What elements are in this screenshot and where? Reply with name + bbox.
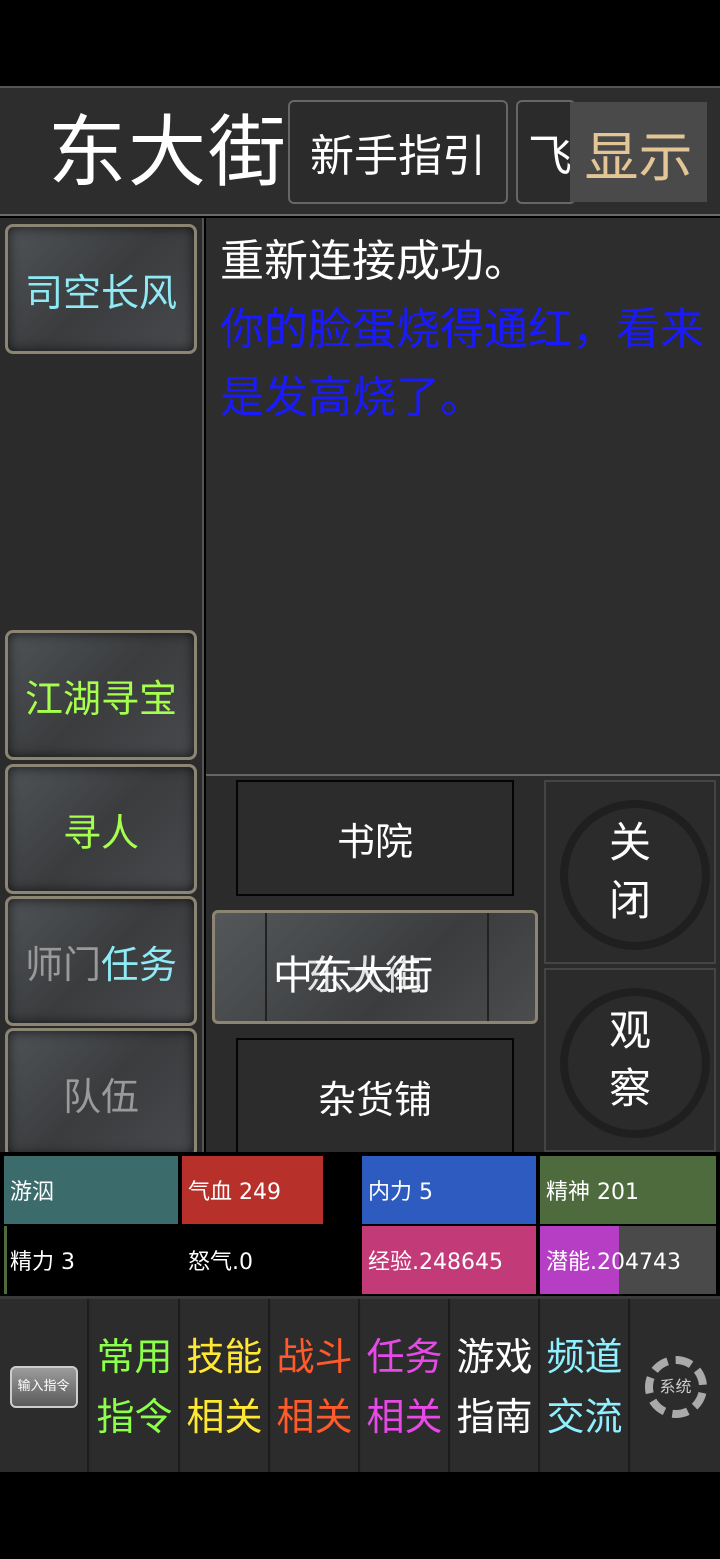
potential-stat: 潜能.204743 bbox=[540, 1226, 716, 1294]
menu-line1: 战斗 bbox=[276, 1335, 353, 1379]
bottom-menu: 输入指令 常用 指令 技能 相关 战斗 相关 任务 相关 游戏 指南 频道 交流… bbox=[0, 1296, 720, 1475]
quests-button[interactable]: 任务 相关 bbox=[361, 1299, 450, 1475]
navigation-bar-area bbox=[0, 1472, 720, 1559]
menu-line2: 指令 bbox=[96, 1395, 173, 1439]
status-stat: 游泅 bbox=[4, 1156, 178, 1224]
menu-line2: 交流 bbox=[546, 1395, 623, 1439]
status-label: 游泅 bbox=[10, 1180, 55, 1205]
rage-stat: 怒气.0 bbox=[182, 1226, 358, 1294]
hp-label: 气血 249 bbox=[188, 1180, 281, 1205]
potential-label: 潜能.204743 bbox=[546, 1250, 681, 1275]
mp-stat: 内力 5 bbox=[362, 1156, 536, 1224]
log-line: 你的脸蛋烧得通红，看来是发高烧了。 bbox=[220, 304, 704, 423]
rage-label: 怒气.0 bbox=[188, 1250, 253, 1275]
exit-south-button[interactable]: 杂货铺 bbox=[236, 1038, 514, 1154]
treasure-button[interactable]: 江湖寻宝 bbox=[5, 630, 197, 760]
common-commands-button[interactable]: 常用 指令 bbox=[91, 1299, 180, 1475]
center-label-b: 东大街 bbox=[305, 953, 425, 999]
energy-bar bbox=[4, 1226, 8, 1294]
sect-task-button[interactable]: 师门 任务 bbox=[5, 896, 197, 1026]
close-button-label: 关闭 bbox=[608, 818, 651, 925]
exit-north-button[interactable]: 书院 bbox=[236, 780, 514, 896]
stats-panel: 游泅 气血 249 内力 5 精神 201 精力 3 怒气.0 经验.24864… bbox=[0, 1152, 720, 1296]
fly-button-label: 飞 bbox=[528, 131, 572, 182]
energy-stat: 精力 3 bbox=[4, 1226, 178, 1294]
menu-line1: 频道 bbox=[546, 1335, 623, 1379]
sect-task-prefix: 师门 bbox=[24, 942, 101, 987]
message-log: 重新连接成功。 你的脸蛋烧得通红，看来是发高烧了。 bbox=[206, 218, 720, 774]
menu-line1: 任务 bbox=[366, 1335, 443, 1379]
sidebar: 司空长风 江湖寻宝 寻人 师门 任务 队伍 bbox=[0, 218, 204, 1158]
log-line: 重新连接成功。 bbox=[220, 236, 528, 287]
channel-chat-button[interactable]: 频道 交流 bbox=[541, 1299, 630, 1475]
menu-line2: 相关 bbox=[366, 1395, 443, 1439]
energy-label: 精力 3 bbox=[10, 1250, 75, 1275]
system-button[interactable]: 系统 bbox=[631, 1299, 720, 1475]
spirit-stat: 精神 201 bbox=[540, 1156, 716, 1224]
game-guide-button[interactable]: 游戏 指南 bbox=[451, 1299, 540, 1475]
close-button[interactable]: 关闭 bbox=[544, 780, 716, 964]
menu-line1: 游戏 bbox=[456, 1335, 533, 1379]
menu-line2: 指南 bbox=[456, 1395, 533, 1439]
npc-button[interactable]: 司空长风 bbox=[5, 224, 197, 354]
menu-line1: 技能 bbox=[186, 1335, 263, 1379]
skills-button[interactable]: 技能 相关 bbox=[181, 1299, 270, 1475]
menu-line1: 常用 bbox=[96, 1335, 173, 1379]
header: 东大街 新手指引 飞 显示 bbox=[0, 86, 720, 216]
sect-task-suffix: 任务 bbox=[101, 942, 178, 987]
combat-button[interactable]: 战斗 相关 bbox=[271, 1299, 360, 1475]
input-command-icon: 输入指令 bbox=[9, 1366, 78, 1408]
status-bar-area bbox=[0, 0, 720, 86]
exp-stat: 经验.248645 bbox=[362, 1226, 536, 1294]
show-button[interactable]: 显示 bbox=[570, 102, 707, 202]
gear-icon: 系统 bbox=[644, 1356, 707, 1418]
observe-button[interactable]: 观察 bbox=[544, 968, 716, 1152]
hp-stat: 气血 249 bbox=[182, 1156, 358, 1224]
exp-label: 经验.248645 bbox=[368, 1250, 503, 1275]
spirit-label: 精神 201 bbox=[546, 1180, 639, 1205]
exits-panel: 书院 中东大街 东大街 杂货铺 关闭 观察 bbox=[206, 774, 720, 1154]
find-person-button[interactable]: 寻人 bbox=[5, 764, 197, 894]
menu-line2: 相关 bbox=[186, 1395, 263, 1439]
mp-label: 内力 5 bbox=[368, 1180, 433, 1205]
team-button[interactable]: 队伍 bbox=[5, 1028, 197, 1158]
location-title: 东大街 bbox=[48, 108, 289, 198]
current-location-button[interactable]: 中东大街 东大街 bbox=[212, 910, 538, 1024]
menu-line2: 相关 bbox=[276, 1395, 353, 1439]
input-command-button[interactable]: 输入指令 bbox=[0, 1299, 89, 1475]
fly-button[interactable]: 飞 bbox=[516, 100, 576, 204]
observe-button-label: 观察 bbox=[608, 1006, 651, 1113]
guide-button[interactable]: 新手指引 bbox=[288, 100, 508, 204]
